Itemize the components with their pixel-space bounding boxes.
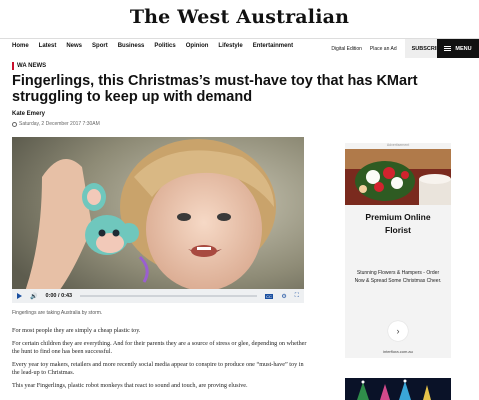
nav-item-sport[interactable]: Sport <box>92 43 108 49</box>
article-date: Saturday, 2 December 2017 7:30AM <box>19 121 100 127</box>
video-caption: Fingerlings are taking Australia by stor… <box>12 310 103 316</box>
ad-flowers-image[interactable] <box>345 149 451 205</box>
main-nav: Home Latest News Sport Business Politics… <box>0 38 479 58</box>
digital-edition-link[interactable]: Digital Edition <box>331 46 362 52</box>
section-label[interactable]: WA NEWS <box>12 62 46 70</box>
ad-title-line: Premium Online <box>365 212 431 222</box>
ad-description[interactable]: Stunning Flowers & Hampers - Order Now &… <box>353 269 443 285</box>
fullscreen-icon[interactable]: ⛶ <box>295 293 299 300</box>
video-time: 0:00 / 0:43 <box>45 293 73 299</box>
article-paragraph: Every year toy makers, retailers and mor… <box>12 361 304 376</box>
volume-icon[interactable]: 🔊 <box>30 293 37 300</box>
article-paragraph: This year Fingerlings, plastic robot mon… <box>12 382 248 389</box>
ad-title[interactable]: Premium Online Florist <box>345 211 451 237</box>
nav-item-politics[interactable]: Politics <box>154 43 175 49</box>
article-paragraph: For certain children they are everything… <box>12 340 307 355</box>
nav-utilities: Digital Edition Place an Ad SUBSCRIBE <box>331 39 451 58</box>
ad-title-line: Florist <box>385 225 411 235</box>
advertisement-secondary[interactable] <box>345 378 451 400</box>
place-ad-link[interactable]: Place an Ad <box>370 46 397 52</box>
video-controls: 🔊 0:00 / 0:43 CC ⚙ ⛶ <box>12 289 304 303</box>
menu-button[interactable]: MENU <box>437 39 479 58</box>
article-author[interactable]: Kate Emery <box>12 111 45 117</box>
video-player[interactable] <box>12 137 304 300</box>
play-icon[interactable] <box>17 293 22 299</box>
ad-label: Advertisement <box>386 143 410 147</box>
video-progress-bar[interactable] <box>80 295 257 297</box>
nav-item-entertainment[interactable]: Entertainment <box>253 43 293 49</box>
nav-items: Home Latest News Sport Business Politics… <box>12 43 303 49</box>
menu-label: MENU <box>455 45 472 52</box>
nav-item-home[interactable]: Home <box>12 43 29 49</box>
clock-icon <box>12 121 17 127</box>
article-paragraph: For most people they are simply a cheap … <box>12 327 141 334</box>
nav-item-news[interactable]: News <box>66 43 82 49</box>
menu-icon <box>444 45 452 52</box>
article-dateline: Saturday, 2 December 2017 7:30AM <box>12 121 100 127</box>
masthead[interactable]: The West Australian <box>0 6 479 32</box>
advertisement[interactable]: Premium Online Florist Stunning Flowers … <box>345 143 451 358</box>
settings-icon[interactable]: ⚙ <box>281 293 286 300</box>
article-body: For most people they are simply a cheap … <box>12 327 312 395</box>
nav-item-business[interactable]: Business <box>118 43 145 49</box>
article-headline: Fingerlings, this Christmas’s must-have … <box>12 73 418 105</box>
section-accent-bar <box>12 62 14 70</box>
ad-domain[interactable]: interflora.com.au <box>345 349 451 354</box>
section-name[interactable]: WA NEWS <box>17 63 46 69</box>
chevron-right-icon[interactable]: › <box>388 321 408 341</box>
nav-item-latest[interactable]: Latest <box>39 43 57 49</box>
video-frame-image <box>12 137 304 300</box>
cc-icon[interactable]: CC <box>264 293 274 299</box>
nav-item-lifestyle[interactable]: Lifestyle <box>218 43 242 49</box>
masthead-logo[interactable]: The West Australian <box>130 6 349 28</box>
nav-item-opinion[interactable]: Opinion <box>186 43 209 49</box>
